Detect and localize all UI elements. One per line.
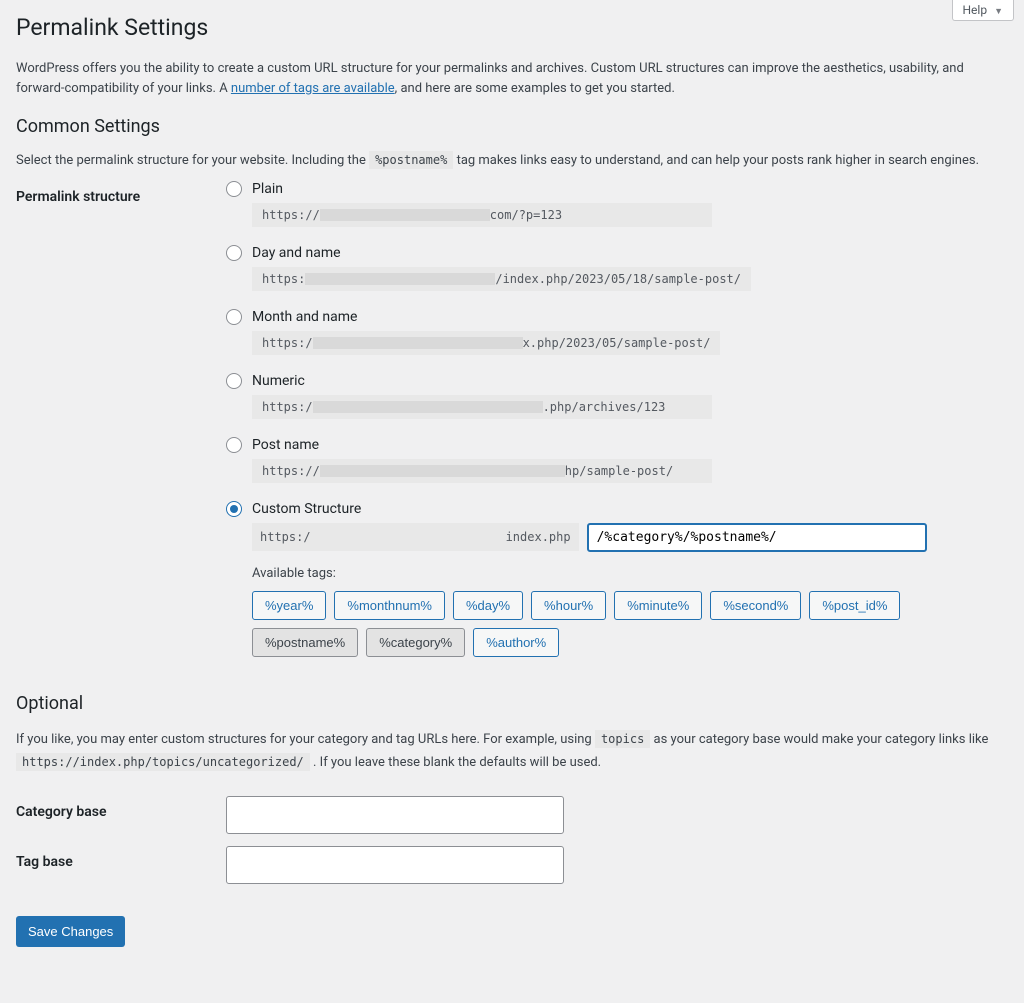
tag-author[interactable]: %author% bbox=[473, 628, 559, 657]
tag-day[interactable]: %day% bbox=[453, 591, 523, 620]
tag-hour[interactable]: %hour% bbox=[531, 591, 606, 620]
common-settings-desc: Select the permalink structure for your … bbox=[16, 151, 1008, 171]
radio-custom-label: Custom Structure bbox=[252, 501, 361, 517]
available-tags: %year% %monthnum% %day% %hour% %minute% … bbox=[252, 591, 1008, 657]
tag-minute[interactable]: %minute% bbox=[614, 591, 702, 620]
optional-desc: If you like, you may enter custom struct… bbox=[16, 728, 1008, 775]
radio-day-name-label: Day and name bbox=[252, 245, 341, 261]
redacted-domain bbox=[320, 209, 490, 221]
radio-numeric[interactable] bbox=[226, 373, 242, 389]
tag-postname[interactable]: %postname% bbox=[252, 628, 358, 657]
available-tags-label: Available tags: bbox=[252, 566, 1008, 581]
radio-month-name-label: Month and name bbox=[252, 309, 357, 325]
category-base-label: Category base bbox=[16, 796, 226, 820]
tags-help-link[interactable]: number of tags are available bbox=[231, 81, 395, 96]
help-tab-label: Help bbox=[963, 3, 988, 17]
save-button[interactable]: Save Changes bbox=[16, 916, 125, 947]
tag-base-label: Tag base bbox=[16, 846, 226, 870]
tag-post-id[interactable]: %post_id% bbox=[809, 591, 900, 620]
radio-month-name[interactable] bbox=[226, 309, 242, 325]
custom-url-prefix: https:/index.php bbox=[252, 523, 579, 551]
tag-monthnum[interactable]: %monthnum% bbox=[334, 591, 445, 620]
tag-second[interactable]: %second% bbox=[710, 591, 801, 620]
common-settings-heading: Common Settings bbox=[16, 116, 1008, 137]
plain-url-example: https://com/?p=123 bbox=[252, 203, 712, 227]
radio-post-name-label: Post name bbox=[252, 437, 319, 453]
permalink-structure-label: Permalink structure bbox=[16, 181, 226, 205]
redacted-domain bbox=[313, 337, 523, 349]
radio-post-name[interactable] bbox=[226, 437, 242, 453]
redacted-domain bbox=[313, 401, 543, 413]
radio-numeric-label: Numeric bbox=[252, 373, 305, 389]
post-name-url-example: https://hp/sample-post/ bbox=[252, 459, 712, 483]
category-base-input[interactable] bbox=[226, 796, 564, 834]
intro-text: WordPress offers you the ability to crea… bbox=[16, 59, 1008, 98]
day-name-url-example: https:/index.php/2023/05/18/sample-post/ bbox=[252, 267, 751, 291]
chevron-down-icon: ▼ bbox=[994, 7, 1003, 17]
page-title: Permalink Settings bbox=[16, 14, 1008, 41]
radio-custom[interactable] bbox=[226, 501, 242, 517]
tag-year[interactable]: %year% bbox=[252, 591, 326, 620]
numeric-url-example: https:/.php/archives/123 bbox=[252, 395, 712, 419]
postname-code: %postname% bbox=[369, 151, 453, 169]
example-url-code: https://index.php/topics/uncategorized/ bbox=[16, 753, 310, 771]
redacted-domain bbox=[320, 465, 565, 477]
radio-day-name[interactable] bbox=[226, 245, 242, 261]
optional-heading: Optional bbox=[16, 693, 1008, 714]
month-name-url-example: https:/x.php/2023/05/sample-post/ bbox=[252, 331, 720, 355]
tag-category[interactable]: %category% bbox=[366, 628, 465, 657]
custom-structure-input[interactable] bbox=[587, 523, 927, 552]
help-tab[interactable]: Help ▼ bbox=[952, 0, 1015, 21]
radio-plain-label: Plain bbox=[252, 181, 283, 197]
radio-plain[interactable] bbox=[226, 181, 242, 197]
tag-base-input[interactable] bbox=[226, 846, 564, 884]
topics-code: topics bbox=[595, 730, 650, 748]
redacted-domain bbox=[305, 273, 495, 285]
